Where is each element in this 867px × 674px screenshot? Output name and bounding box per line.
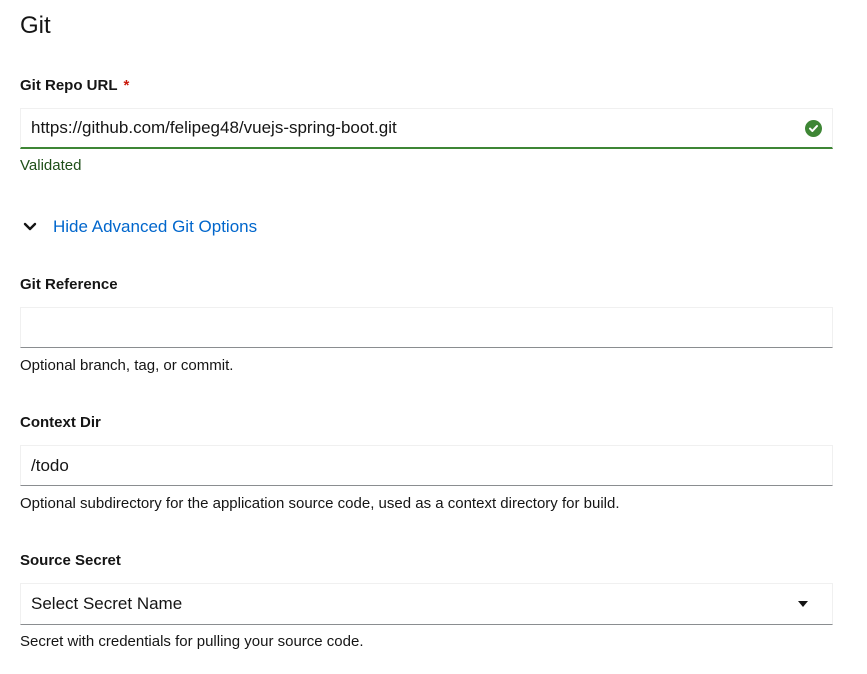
source-secret-helper: Secret with credentials for pulling your… (20, 633, 364, 650)
caret-down-icon (796, 597, 810, 611)
git-reference-input[interactable] (20, 307, 833, 348)
git-reference-helper: Optional branch, tag, or commit. (20, 357, 234, 374)
repo-url-value: https://github.com/felipeg48/vuejs-sprin… (31, 118, 397, 137)
repo-url-input[interactable]: https://github.com/felipeg48/vuejs-sprin… (20, 108, 833, 149)
repo-url-helper: Validated (20, 157, 82, 174)
required-asterisk: * (123, 77, 130, 94)
git-section: Git Git Repo URL * https://github.com/fel… (0, 0, 867, 674)
chevron-down-icon (20, 217, 40, 237)
repo-url-label: Git Repo URL * (20, 77, 129, 94)
advanced-options-toggle[interactable]: Hide Advanced Git Options (20, 217, 257, 237)
source-secret-selected: Select Secret Name (31, 594, 183, 613)
advanced-options-label: Hide Advanced Git Options (53, 217, 258, 236)
section-title: Git (20, 12, 51, 39)
context-dir-helper: Optional subdirectory for the applicatio… (20, 495, 620, 512)
source-secret-select[interactable]: Select Secret Name (20, 583, 833, 625)
source-secret-label: Source Secret (20, 552, 121, 569)
context-dir-label: Context Dir (20, 414, 101, 431)
context-dir-input[interactable]: /todo (20, 445, 833, 486)
context-dir-value: /todo (31, 455, 69, 475)
repo-url-label-text: Git Repo URL (20, 77, 118, 94)
git-reference-label: Git Reference (20, 276, 118, 293)
check-circle-icon (805, 119, 822, 137)
